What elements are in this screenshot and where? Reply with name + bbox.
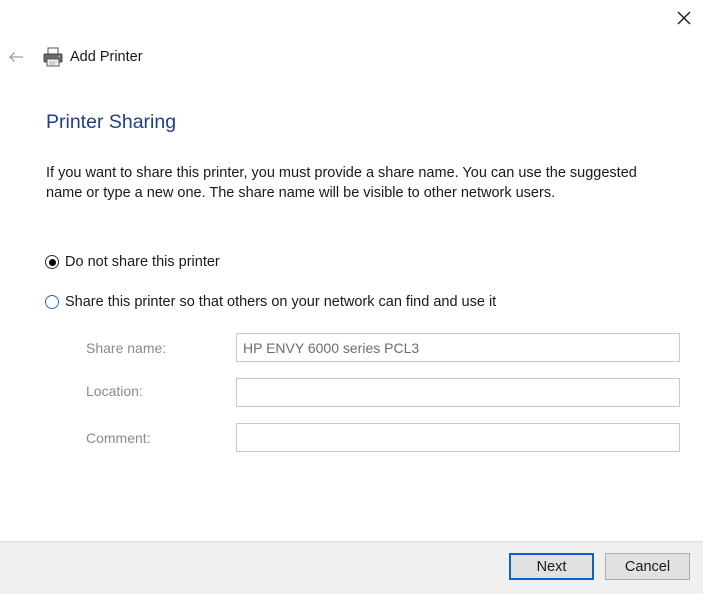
footer-bar	[0, 541, 703, 594]
share-printer-radio[interactable]	[45, 295, 59, 309]
do-not-share-label: Do not share this printer	[65, 254, 220, 270]
do-not-share-radio-option[interactable]: Do not share this printer	[45, 254, 220, 270]
back-button[interactable]	[4, 44, 28, 70]
cancel-button[interactable]: Cancel	[605, 553, 690, 580]
share-name-label: Share name:	[86, 340, 167, 356]
comment-input[interactable]	[236, 423, 680, 452]
next-button[interactable]: Next	[509, 553, 594, 580]
printer-icon	[43, 47, 63, 67]
share-printer-radio-option[interactable]: Share this printer so that others on you…	[45, 294, 496, 310]
location-input[interactable]	[236, 378, 680, 407]
window-title: Add Printer	[70, 49, 143, 65]
close-icon	[677, 11, 690, 25]
back-arrow-icon	[9, 52, 23, 62]
comment-label: Comment:	[86, 430, 151, 446]
share-printer-label: Share this printer so that others on you…	[65, 294, 497, 310]
do-not-share-radio[interactable]	[45, 255, 59, 269]
location-label: Location:	[86, 383, 143, 399]
page-title: Printer Sharing	[46, 111, 177, 133]
close-button[interactable]	[664, 0, 703, 36]
share-name-input[interactable]	[236, 333, 680, 362]
page-description: If you want to share this printer, you m…	[46, 165, 637, 201]
